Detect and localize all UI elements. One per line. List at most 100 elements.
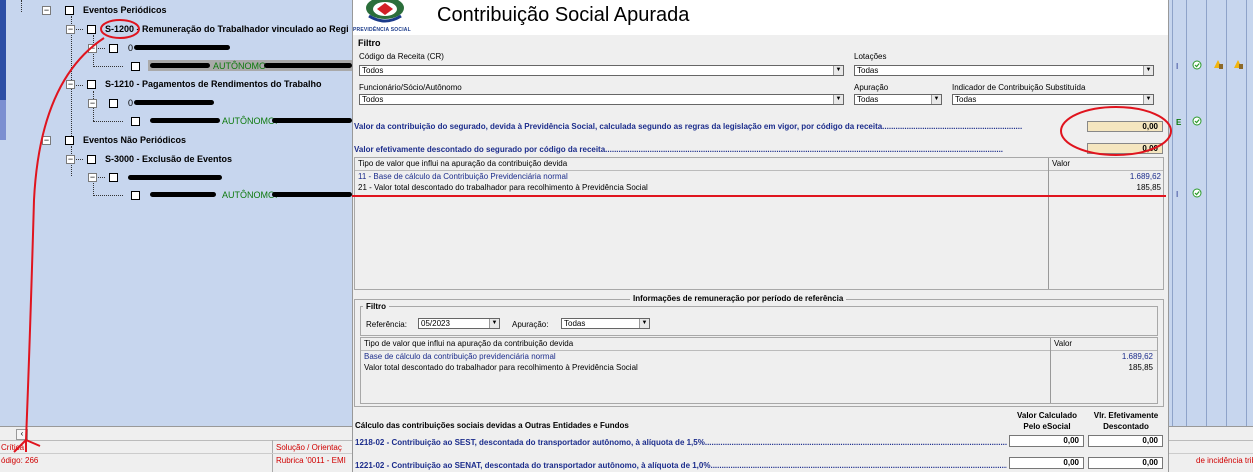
valor-descontado-label: Valor efetivamente descontado do segurad… bbox=[354, 145, 1004, 154]
tree-node-s1200[interactable]: S-1200 - Remuneração do Trabalhador vinc… bbox=[105, 24, 349, 34]
checkbox-worker-3[interactable] bbox=[109, 173, 118, 182]
apuracao2-value: Todas bbox=[564, 319, 586, 328]
senat-calculado: 0,00 bbox=[1009, 457, 1084, 469]
referencia-label: Referência: bbox=[366, 320, 407, 329]
informacoes-remuneracao-title: Informações de remuneração por período d… bbox=[630, 294, 847, 303]
redacted-text bbox=[272, 118, 352, 123]
codigo-receita-select[interactable]: Todos ▼ bbox=[359, 65, 844, 76]
checkbox-autonomo-2[interactable] bbox=[131, 117, 140, 126]
row-valor: 1.689,62 bbox=[1129, 172, 1161, 181]
chevron-down-icon[interactable]: ▼ bbox=[639, 319, 649, 328]
column-header-tipo: Tipo de valor que influi na apuração da … bbox=[358, 159, 568, 168]
lotacoes-value: Todas bbox=[857, 66, 879, 75]
column-header-valor: Valor bbox=[1054, 339, 1073, 348]
row-valor: 1.689,62 bbox=[1121, 352, 1153, 361]
solucao-label: Solução / Orientaç bbox=[276, 443, 342, 452]
column-header-tipo: Tipo de valor que influi na apuração da … bbox=[364, 339, 574, 348]
collapse-toggle[interactable]: − bbox=[42, 6, 51, 15]
row-valor: 185,85 bbox=[1136, 183, 1161, 192]
collapse-toggle[interactable]: − bbox=[42, 136, 51, 145]
checkbox-s1210[interactable] bbox=[87, 80, 96, 89]
row-tipo: 21 - Valor total descontado do trabalhad… bbox=[358, 183, 648, 192]
valor-contribuicao-label: Valor da contribuição do segurado, devid… bbox=[354, 122, 1023, 131]
col-valor-calculado-1: Valor Calculado bbox=[1016, 411, 1078, 420]
column-indicator: I bbox=[1176, 190, 1179, 199]
check-icon bbox=[1192, 188, 1202, 198]
row-tipo: Base de cálculo da contribuição previden… bbox=[364, 352, 556, 361]
autonomo-label: AUTÔNOMO: bbox=[222, 190, 278, 200]
contribuicao-social-dialog: PREVIDÊNCIA SOCIAL Contribuição Social A… bbox=[352, 0, 1169, 472]
apuracao2-select[interactable]: Todas ▼ bbox=[561, 318, 650, 329]
autonomo-label: AUTÔNOMO: bbox=[222, 116, 278, 126]
codigo-receita-label: Código da Receita (CR) bbox=[359, 52, 444, 61]
redacted-text bbox=[128, 175, 222, 180]
chevron-down-icon[interactable]: ▼ bbox=[833, 95, 843, 104]
checkbox-eventos-periodicos[interactable] bbox=[65, 6, 74, 15]
apuracao-select[interactable]: Todas ▼ bbox=[854, 94, 942, 105]
error-code: ódigo: 266 bbox=[1, 456, 39, 465]
column-indicator: E bbox=[1176, 118, 1182, 127]
apuracao-label: Apuração bbox=[854, 83, 889, 92]
lotacoes-label: Lotações bbox=[854, 52, 887, 61]
column-header-valor: Valor bbox=[1052, 159, 1071, 168]
worker-id-prefix: 0 bbox=[128, 43, 134, 53]
redacted-text bbox=[150, 192, 216, 197]
checkbox-autonomo-1[interactable] bbox=[131, 62, 140, 71]
tree-node-eventos-periodicos[interactable]: Eventos Periódicos bbox=[83, 5, 167, 15]
background-grid-columns: I E I bbox=[1166, 0, 1253, 426]
funcionario-label: Funcionário/Sócio/Autônomo bbox=[359, 83, 462, 92]
funcionario-select[interactable]: Todos ▼ bbox=[359, 94, 844, 105]
indicador-label: Indicador de Contribuição Substituída bbox=[952, 83, 1086, 92]
column-indicator: I bbox=[1176, 62, 1179, 71]
redacted-text bbox=[134, 45, 230, 50]
tree-node-s3000[interactable]: S-3000 - Exclusão de Eventos bbox=[105, 154, 232, 164]
lotacoes-select[interactable]: Todas ▼ bbox=[854, 65, 1154, 76]
chevron-down-icon[interactable]: ▼ bbox=[1143, 66, 1153, 75]
referencia-select[interactable]: 05/2023 ▼ bbox=[418, 318, 500, 329]
checkbox-autonomo-3[interactable] bbox=[131, 191, 140, 200]
col-valor-calculado-2: Pelo eSocial bbox=[1023, 422, 1071, 431]
valor-descontado-value: 0,00 bbox=[1087, 143, 1163, 154]
apuracao-value: Todas bbox=[857, 95, 879, 104]
critica-label: Crítica bbox=[1, 443, 25, 452]
scroll-left-button[interactable]: ‹ bbox=[16, 429, 28, 440]
checkbox-eventos-nao-periodicos[interactable] bbox=[65, 136, 74, 145]
collapse-toggle[interactable]: − bbox=[88, 99, 97, 108]
calculo-title: Cálculo das contribuições sociais devida… bbox=[355, 421, 629, 430]
collapse-toggle[interactable]: − bbox=[66, 25, 75, 34]
collapse-toggle[interactable]: − bbox=[66, 155, 75, 164]
s1200-code: S-1200 bbox=[105, 24, 135, 34]
collapse-toggle[interactable]: − bbox=[88, 44, 97, 53]
checkbox-s3000[interactable] bbox=[87, 155, 96, 164]
funcionario-value: Todos bbox=[362, 95, 384, 104]
redacted-text bbox=[264, 63, 352, 68]
row-tipo: 11 - Base de cálculo da Contribuição Pre… bbox=[358, 172, 568, 181]
filtro2-title: Filtro bbox=[363, 302, 389, 311]
chevron-down-icon[interactable]: ▼ bbox=[931, 95, 941, 104]
codigo-receita-value: Todos bbox=[362, 66, 384, 75]
sest-descontado: 0,00 bbox=[1088, 435, 1163, 447]
chevron-down-icon[interactable]: ▼ bbox=[489, 319, 499, 328]
tree-node-s1210[interactable]: S-1210 - Pagamentos de Rendimentos do Tr… bbox=[105, 79, 322, 89]
row-tipo: Valor total descontado do trabalhador pa… bbox=[364, 363, 638, 372]
col-vlr-efetivo-1: Vlr. Efetivamente bbox=[1093, 411, 1159, 420]
filtro-heading: Filtro bbox=[358, 38, 381, 48]
chevron-down-icon[interactable]: ▼ bbox=[1143, 95, 1153, 104]
s1200-description: - Remuneração do Trabalhador vinculado a… bbox=[134, 24, 349, 34]
chevron-down-icon[interactable]: ▼ bbox=[833, 66, 843, 75]
checkbox-s1200[interactable] bbox=[87, 25, 96, 34]
collapse-toggle[interactable]: − bbox=[88, 173, 97, 182]
dialog-header: PREVIDÊNCIA SOCIAL Contribuição Social A… bbox=[353, 0, 1168, 35]
redacted-text bbox=[134, 100, 214, 105]
check-icon bbox=[1192, 60, 1202, 70]
left-edge-strip-light bbox=[0, 100, 6, 140]
collapse-toggle[interactable]: − bbox=[66, 80, 75, 89]
senat-descontado: 0,00 bbox=[1088, 457, 1163, 469]
checkbox-worker-2[interactable] bbox=[109, 99, 118, 108]
warning-icon bbox=[1234, 60, 1243, 69]
checkbox-worker[interactable] bbox=[109, 44, 118, 53]
indicador-select[interactable]: Todas ▼ bbox=[952, 94, 1154, 105]
valores-table: Tipo de valor que influi na apuração da … bbox=[354, 157, 1164, 290]
tree-node-eventos-nao-periodicos[interactable]: Eventos Não Periódicos bbox=[83, 135, 186, 145]
incidencia-message: de incidência tribu bbox=[1196, 456, 1253, 465]
